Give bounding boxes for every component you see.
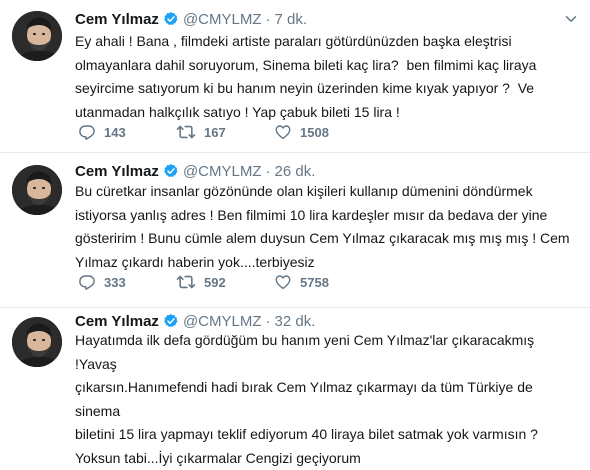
tweet-timestamp[interactable]: 7 dk. bbox=[275, 11, 308, 28]
reply-count: 333 bbox=[104, 274, 126, 290]
retweet-button[interactable]: 592 bbox=[176, 272, 274, 292]
verified-badge-icon bbox=[163, 163, 179, 179]
avatar[interactable] bbox=[12, 317, 62, 367]
like-count: 5758 bbox=[300, 274, 329, 290]
retweet-count: 167 bbox=[204, 124, 226, 140]
reply-button[interactable]: 333 bbox=[78, 273, 176, 291]
tweet-text: Ey ahali ! Bana , filmdeki artiste paral… bbox=[75, 33, 537, 120]
chevron-down-icon[interactable] bbox=[562, 10, 580, 28]
tweet-author-handle[interactable]: @CMYLMZ bbox=[183, 313, 262, 330]
tweet[interactable]: Cem Yılmaz @CMYLMZ · 32 dk. Hayatımda il… bbox=[0, 308, 590, 466]
tweet-text: Hayatımda ilk defa gördüğüm bu hanım yen… bbox=[75, 332, 538, 466]
avatar[interactable] bbox=[12, 11, 62, 61]
reply-icon bbox=[78, 273, 96, 291]
retweet-icon bbox=[176, 122, 196, 142]
verified-badge-icon bbox=[163, 313, 179, 329]
tweet-author-name[interactable]: Cem Yılmaz bbox=[75, 163, 159, 180]
heart-icon bbox=[274, 273, 292, 291]
tweet-timestamp[interactable]: 26 dk. bbox=[275, 163, 316, 180]
reply-count: 143 bbox=[104, 124, 126, 140]
separator-dot: · bbox=[265, 162, 271, 180]
retweet-count: 592 bbox=[204, 274, 226, 290]
tweet-timestamp[interactable]: 32 dk. bbox=[275, 313, 316, 330]
heart-icon bbox=[274, 123, 292, 141]
retweet-button[interactable]: 167 bbox=[176, 122, 274, 142]
tweet-author-name[interactable]: Cem Yılmaz bbox=[75, 11, 159, 28]
like-count: 1508 bbox=[300, 124, 329, 140]
tweet-author-handle[interactable]: @CMYLMZ bbox=[183, 11, 262, 28]
retweet-icon bbox=[176, 272, 196, 292]
separator-dot: · bbox=[265, 10, 271, 28]
avatar[interactable] bbox=[12, 165, 62, 215]
like-button[interactable]: 1508 bbox=[274, 123, 329, 141]
reply-icon bbox=[78, 123, 96, 141]
tweet[interactable]: Cem Yılmaz @CMYLMZ · 26 dk. Bu cüretkar … bbox=[0, 153, 590, 308]
reply-button[interactable]: 143 bbox=[78, 123, 176, 141]
tweet[interactable]: Cem Yılmaz @CMYLMZ · 7 dk. Ey ahali ! Ba… bbox=[0, 0, 590, 153]
verified-badge-icon bbox=[163, 11, 179, 27]
like-button[interactable]: 5758 bbox=[274, 273, 329, 291]
tweet-author-name[interactable]: Cem Yılmaz bbox=[75, 313, 159, 330]
separator-dot: · bbox=[265, 312, 271, 330]
tweet-author-handle[interactable]: @CMYLMZ bbox=[183, 163, 262, 180]
tweet-text: Bu cüretkar insanlar gözönünde olan kişi… bbox=[75, 183, 570, 270]
